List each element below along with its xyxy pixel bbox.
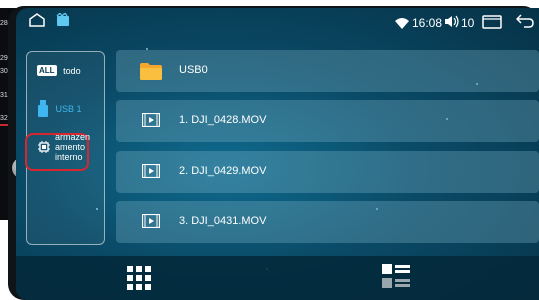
folder-icon	[140, 63, 162, 80]
bottom-bar	[16, 256, 539, 300]
line-number: 30	[0, 68, 8, 75]
source-panel: ALL todo USB 1 armazen amento interno	[25, 51, 105, 245]
line-number: 31	[0, 92, 8, 99]
all-badge-icon: ALL	[37, 65, 57, 77]
media-screen: 16:08 10 ALL todo USB 1 armazen amento i…	[16, 8, 539, 300]
source-label: todo	[63, 65, 81, 76]
volume-level: 10	[461, 16, 475, 30]
video-file-icon	[142, 214, 160, 228]
line-number: 32	[0, 115, 8, 122]
file-name: 3. DJI_0431.MOV	[179, 215, 267, 227]
recent-apps-icon[interactable]	[482, 15, 502, 34]
file-name: 1. DJI_0428.MOV	[179, 114, 267, 126]
file-row[interactable]: USB0	[116, 50, 539, 92]
source-label: USB 1	[55, 104, 82, 114]
source-usb[interactable]: USB 1	[37, 100, 82, 118]
line-number: 28	[0, 20, 8, 27]
line-number: 29	[0, 55, 8, 62]
file-name: USB0	[179, 64, 208, 76]
list-view-icon[interactable]	[382, 264, 410, 292]
source-all[interactable]: ALL todo	[37, 65, 81, 77]
file-row[interactable]: 1. DJI_0428.MOV	[116, 100, 539, 142]
grid-view-icon[interactable]	[127, 266, 151, 290]
volume-icon	[444, 15, 460, 33]
video-app-icon[interactable]	[56, 11, 70, 32]
source-label: armazen amento interno	[55, 132, 91, 162]
video-file-icon	[142, 113, 160, 127]
file-name: 2. DJI_0429.MOV	[179, 165, 267, 177]
video-file-icon	[142, 164, 160, 178]
file-row[interactable]: 2. DJI_0429.MOV	[116, 151, 539, 193]
chip-icon	[38, 141, 50, 153]
wifi-icon	[395, 16, 409, 34]
usb-icon	[38, 100, 48, 117]
status-bar: 16:08 10	[16, 8, 539, 36]
clock: 16:08	[412, 16, 443, 30]
back-arrow-icon[interactable]	[515, 14, 534, 33]
file-row[interactable]: 3. DJI_0431.MOV	[116, 201, 539, 243]
home-outline-icon[interactable]	[28, 13, 46, 32]
